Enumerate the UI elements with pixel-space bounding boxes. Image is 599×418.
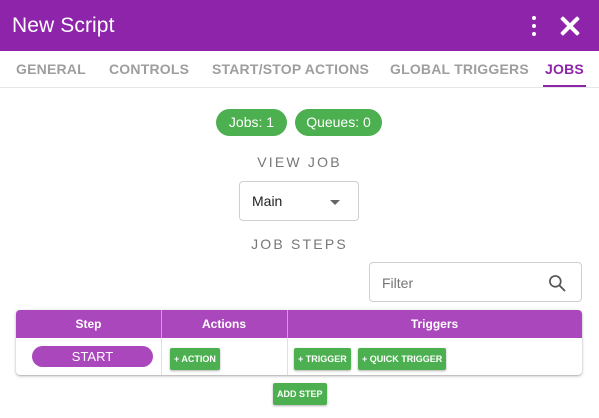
title-bar-actions (531, 0, 581, 51)
chevron-down-icon (330, 200, 340, 205)
tab-controls[interactable]: CONTROLS (109, 51, 189, 88)
job-steps-label: JOB STEPS (251, 236, 348, 252)
tab-general[interactable]: GENERAL (16, 51, 86, 88)
view-job-select[interactable]: Main (239, 181, 359, 221)
column-header-actions: Actions (201, 317, 246, 331)
tab-global-triggers[interactable]: GLOBAL TRIGGERS (390, 51, 529, 88)
step-start-chip[interactable]: START (32, 346, 153, 367)
jobs-count-badge: Jobs: 1 (216, 109, 287, 136)
column-header-step: Step (75, 317, 102, 331)
column-divider (161, 338, 162, 375)
view-job-selected-value: Main (252, 193, 283, 209)
filter-field (369, 262, 582, 302)
add-action-button[interactable]: + ACTION (170, 348, 220, 370)
add-trigger-button[interactable]: + TRIGGER (294, 348, 351, 370)
filter-input[interactable] (382, 272, 532, 294)
more-vert-icon[interactable] (531, 15, 537, 36)
close-icon[interactable] (559, 15, 581, 37)
tab-bar: GENERAL CONTROLS START/STOP ACTIONS GLOB… (0, 51, 599, 88)
dialog-title: New Script (12, 13, 115, 37)
tab-start-stop-actions[interactable]: START/STOP ACTIONS (212, 51, 369, 88)
queues-count-badge: Queues: 0 (295, 109, 382, 136)
column-divider (287, 338, 288, 375)
search-icon[interactable] (547, 273, 567, 293)
add-quick-trigger-button[interactable]: + QUICK TRIGGER (358, 348, 447, 370)
add-step-button[interactable]: ADD STEP (273, 383, 327, 405)
dialog-title-bar: New Script (0, 0, 599, 51)
column-divider (161, 310, 162, 338)
view-job-label: VIEW JOB (257, 154, 342, 170)
column-divider (287, 310, 288, 338)
table-header: Step Actions Triggers (16, 310, 582, 338)
tab-jobs[interactable]: JOBS (543, 51, 586, 88)
column-header-triggers: Triggers (410, 317, 459, 331)
job-steps-table: Step Actions Triggers START + ACTION + T… (16, 310, 582, 375)
